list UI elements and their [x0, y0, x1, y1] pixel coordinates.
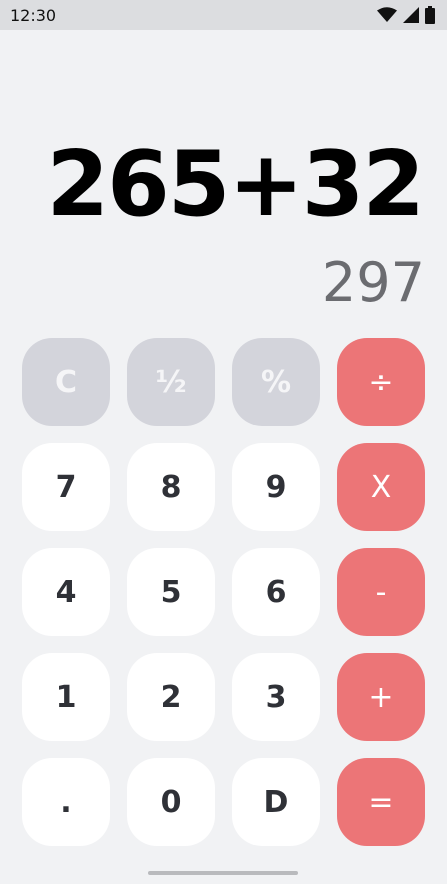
- divide-button[interactable]: ÷: [337, 338, 425, 426]
- home-indicator[interactable]: [148, 871, 298, 875]
- result-display: 297: [321, 251, 425, 314]
- digit-1-button[interactable]: 1: [22, 653, 110, 741]
- digit-6-button[interactable]: 6: [232, 548, 320, 636]
- digit-7-button[interactable]: 7: [22, 443, 110, 531]
- keypad: C ½ % ÷ 7 8 9 X 4 5 6 - 1 2 3 + . 0 D =: [22, 338, 425, 846]
- multiply-button[interactable]: X: [337, 443, 425, 531]
- digit-3-button[interactable]: 3: [232, 653, 320, 741]
- status-icons: [377, 6, 435, 24]
- status-bar: 12:30: [0, 0, 447, 30]
- digit-2-button[interactable]: 2: [127, 653, 215, 741]
- battery-icon: [425, 6, 435, 24]
- subtract-button[interactable]: -: [337, 548, 425, 636]
- digit-8-button[interactable]: 8: [127, 443, 215, 531]
- add-button[interactable]: +: [337, 653, 425, 741]
- digit-9-button[interactable]: 9: [232, 443, 320, 531]
- percent-button[interactable]: %: [232, 338, 320, 426]
- digit-0-button[interactable]: 0: [127, 758, 215, 846]
- decimal-button[interactable]: .: [22, 758, 110, 846]
- status-time: 12:30: [10, 5, 57, 25]
- delete-button[interactable]: D: [232, 758, 320, 846]
- cell-signal-icon: [403, 7, 419, 23]
- digit-4-button[interactable]: 4: [22, 548, 110, 636]
- half-button[interactable]: ½: [127, 338, 215, 426]
- clear-button[interactable]: C: [22, 338, 110, 426]
- digit-5-button[interactable]: 5: [127, 548, 215, 636]
- expression-display: 265+32: [46, 132, 425, 237]
- wifi-icon: [377, 7, 397, 22]
- equals-button[interactable]: =: [337, 758, 425, 846]
